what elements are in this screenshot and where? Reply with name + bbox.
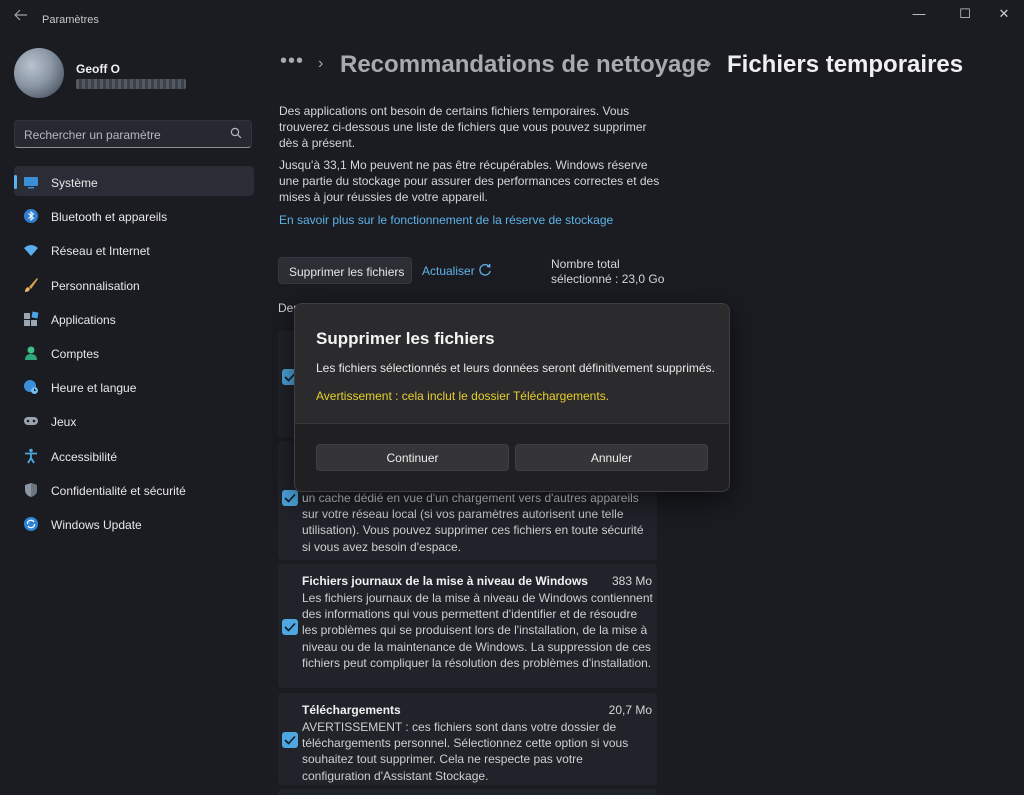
sidebar-item-label: Windows Update <box>51 517 142 532</box>
globe-clock-icon <box>23 379 39 395</box>
minimize-button[interactable]: — <box>904 6 934 22</box>
search-icon <box>230 127 242 139</box>
sidebar-item-confidentialite[interactable]: Confidentialité et sécurité <box>14 474 254 504</box>
card-description: un cache dédié en vue d'un chargement ve… <box>302 491 644 554</box>
search-input[interactable]: Rechercher un paramètre <box>14 120 252 148</box>
file-category-card[interactable]: Fichiers journaux de la mise à niveau de… <box>278 564 657 688</box>
maximize-button[interactable]: ☐ <box>950 6 980 22</box>
user-name: Geoff O <box>76 62 120 76</box>
dialog-warning: Avertissement : cela inclut le dossier T… <box>316 389 610 403</box>
avatar[interactable] <box>14 48 64 98</box>
category-checkbox[interactable] <box>282 490 298 506</box>
sidebar-item-comptes[interactable]: Comptes <box>14 337 254 367</box>
card-size: 383 Mo <box>611 574 652 588</box>
delete-files-button[interactable]: Supprimer les fichiers <box>278 257 412 284</box>
arrow-left-icon[interactable] <box>14 9 28 21</box>
sidebar-item-applications[interactable]: Applications <box>14 303 254 333</box>
category-checkbox[interactable] <box>282 619 298 635</box>
title-bar: Paramètres — ☐ ✕ <box>0 0 1024 30</box>
dialog-title: Supprimer les fichiers <box>316 329 495 348</box>
breadcrumb-more-button[interactable]: ••• <box>280 50 304 73</box>
category-checkbox[interactable] <box>282 732 298 748</box>
sidebar-item-personnalisation[interactable]: Personnalisation <box>14 269 254 299</box>
person-icon <box>23 345 39 361</box>
total-line-1: Nombre total <box>551 257 620 271</box>
breadcrumb-separator: › <box>318 55 324 72</box>
breadcrumb-separator: › <box>706 55 712 72</box>
close-button[interactable]: ✕ <box>989 6 1019 22</box>
card-title: Fichiers journaux de la mise à niveau de… <box>302 574 588 588</box>
card-description: Les fichiers journaux de la mise à nivea… <box>302 591 653 670</box>
refresh-button[interactable]: Actualiser <box>422 264 475 278</box>
shield-icon <box>23 482 39 498</box>
sidebar-item-jeux[interactable]: Jeux <box>14 405 254 435</box>
dialog-footer: Continuer Annuler <box>295 423 729 491</box>
cancel-button[interactable]: Annuler <box>515 444 708 471</box>
card-description: AVERTISSEMENT : ces fichiers sont dans v… <box>302 720 629 783</box>
sidebar-nav: Système Bluetooth et appareils Réseau et… <box>14 166 254 542</box>
sidebar-item-label: Heure et langue <box>51 381 137 396</box>
sidebar-item-windows-update[interactable]: Windows Update <box>14 508 254 538</box>
sidebar-item-reseau[interactable]: Réseau et Internet <box>14 234 254 264</box>
file-category-card[interactable]: Téléchargements 20,7 Mo AVERTISSEMENT : … <box>278 693 657 785</box>
sidebar-item-systeme[interactable]: Système <box>14 166 254 196</box>
active-indicator <box>14 175 17 189</box>
monitor-icon <box>23 174 39 190</box>
bluetooth-icon <box>23 208 39 224</box>
update-icon <box>23 516 39 532</box>
sidebar-item-label: Réseau et Internet <box>51 244 150 259</box>
user-email-redacted <box>76 79 186 89</box>
card-size: 20,7 Mo <box>608 703 652 717</box>
search-placeholder: Rechercher un paramètre <box>24 128 161 142</box>
continue-button[interactable]: Continuer <box>316 444 509 471</box>
sidebar-item-accessibilite[interactable]: Accessibilité <box>14 440 254 470</box>
breadcrumb-parent[interactable]: Recommandations de nettoyage <box>340 51 709 79</box>
delete-files-label: Supprimer les fichiers <box>289 265 405 279</box>
dialog-body: Supprimer les fichiers Les fichiers séle… <box>295 304 729 423</box>
brush-icon <box>23 277 39 293</box>
page-title: Fichiers temporaires <box>727 51 964 78</box>
total-line-2: sélectionné : 23,0 Go <box>551 272 665 286</box>
sidebar-item-label: Comptes <box>51 346 100 361</box>
sidebar-item-bluetooth[interactable]: Bluetooth et appareils <box>14 200 254 230</box>
app-title: Paramètres <box>42 14 99 26</box>
sidebar-item-label: Jeux <box>51 415 77 430</box>
sidebar-item-label: Personnalisation <box>51 278 140 293</box>
sidebar-item-label: Applications <box>51 312 116 327</box>
sidebar-item-label: Confidentialité et sécurité <box>51 483 186 498</box>
delete-files-dialog: Supprimer les fichiers Les fichiers séle… <box>294 303 730 492</box>
intro-text: Des applications ont besoin de certains … <box>279 104 647 150</box>
sidebar-item-heure[interactable]: Heure et langue <box>14 371 254 401</box>
wifi-icon <box>23 242 39 258</box>
gamepad-icon <box>23 413 39 429</box>
accessibility-icon <box>23 448 39 464</box>
card-title: Téléchargements <box>302 703 401 717</box>
total-selected: Nombre total sélectionné : 23,0 Go <box>551 257 664 287</box>
file-category-card[interactable] <box>278 789 657 795</box>
sidebar-item-label: Système <box>51 176 98 190</box>
refresh-icon[interactable] <box>478 263 492 277</box>
sidebar-item-label: Accessibilité <box>51 449 118 464</box>
sidebar-item-label: Bluetooth et appareils <box>51 210 168 225</box>
apps-icon <box>23 311 39 327</box>
learn-more-link[interactable]: En savoir plus sur le fonctionnement de … <box>279 213 613 227</box>
dialog-message: Les fichiers sélectionnés et leurs donné… <box>316 361 715 375</box>
storage-reserve-text: Jusqu'à 33,1 Mo peuvent ne pas être récu… <box>279 158 660 204</box>
